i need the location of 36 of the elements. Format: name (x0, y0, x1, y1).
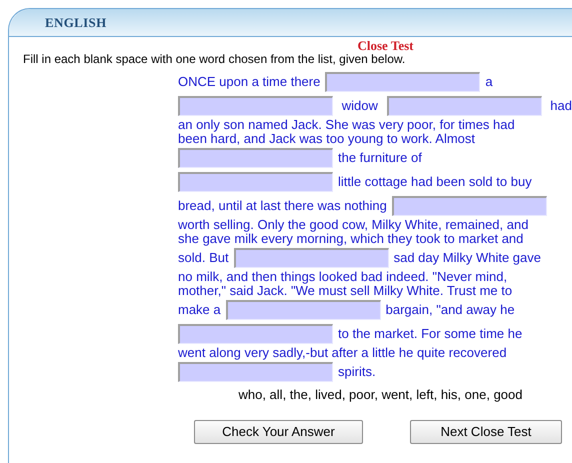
passage-text: sad day Milky White gave (394, 251, 541, 265)
passage-text: an only son named Jack. She was very poor, for times had (178, 118, 515, 132)
passage-text: make a (178, 303, 221, 317)
blank-field[interactable] (325, 72, 480, 92)
blank-field[interactable] (178, 148, 333, 168)
test-title: Close Test (358, 38, 414, 53)
passage-text: little cottage had been sold to buy (338, 175, 532, 189)
passage-text: ONCE upon a time there (178, 75, 320, 89)
passage-text: the furniture of (338, 151, 422, 165)
passage-text: mother," said Jack. "We must sell Milky White. Trust me to (178, 284, 512, 298)
action-button[interactable]: Next Close Test (410, 420, 562, 444)
passage-text: she gave milk every morning, which they took to market and (178, 232, 524, 246)
passage-text: had (550, 99, 572, 113)
passage-text: worth selling. Only the good cow, Milky White, remained, and (178, 218, 528, 232)
passage-text: sold. But (178, 251, 229, 265)
blank-field[interactable] (178, 172, 333, 192)
passage-text: no milk, and then things looked bad indeed. "Never mind, (178, 270, 508, 284)
passage-text: bargain, "and away he (386, 303, 515, 317)
blank-field[interactable] (234, 248, 389, 268)
passage-text: to the market. For some time he (338, 327, 522, 341)
action-button[interactable]: Check Your Answer (194, 420, 363, 444)
panel-title: ENGLISH (45, 14, 107, 32)
passage-text: a (485, 75, 493, 89)
passage-text: went along very sadly,-but after a little he quite recovered (178, 346, 507, 360)
word-list: who, all, the, lived, poor, went, left, his, one, good (238, 387, 522, 403)
passage-text: widow (342, 99, 378, 113)
blank-field[interactable] (178, 96, 333, 116)
blank-field[interactable] (392, 196, 547, 216)
passage-text: spirits. (338, 365, 376, 379)
blank-field[interactable] (178, 324, 333, 344)
passage-text: bread, until at last there was nothing (178, 199, 387, 213)
instruction-text: Fill in each blank space with one word chosen from the list, given below. (23, 52, 406, 66)
passage-text: been hard, and Jack was too young to work. Almost (178, 132, 476, 146)
blank-field[interactable] (178, 362, 333, 382)
blank-field[interactable] (386, 96, 542, 116)
blank-field[interactable] (226, 300, 381, 320)
